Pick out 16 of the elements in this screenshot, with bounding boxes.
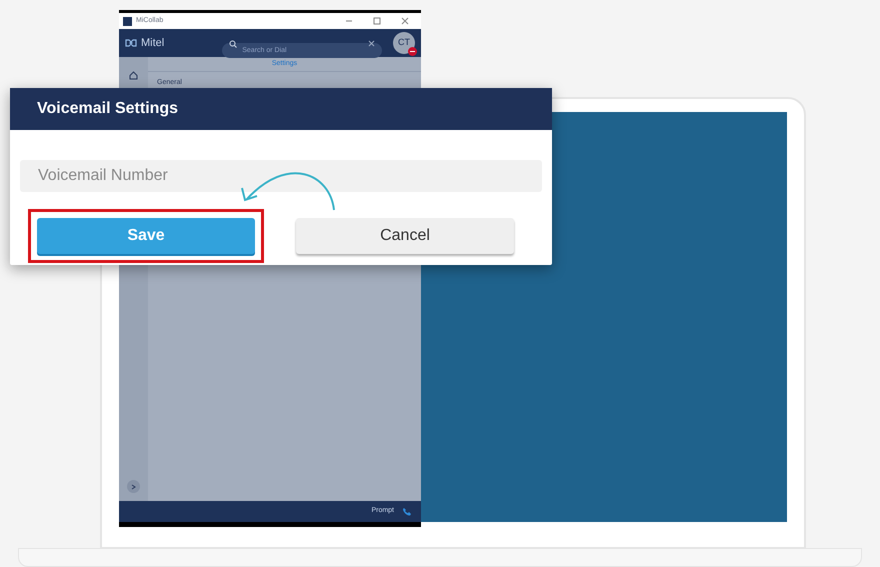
expand-chevron-icon[interactable] (127, 480, 140, 493)
maximize-icon[interactable] (373, 17, 381, 25)
cancel-button[interactable]: Cancel (296, 218, 514, 254)
brand-name: Mitel (141, 36, 164, 51)
phone-icon[interactable] (402, 507, 411, 516)
app-logo-icon (123, 16, 132, 26)
voicemail-number-field[interactable]: Voicemail Number (20, 160, 542, 192)
home-icon[interactable] (129, 71, 138, 80)
dialog-title: Voicemail Settings (37, 99, 178, 119)
busy-status-icon (408, 47, 417, 56)
close-icon[interactable] (401, 17, 409, 25)
save-button[interactable]: Save (37, 218, 255, 254)
search-icon (229, 40, 238, 48)
avatar[interactable]: CT (393, 32, 415, 54)
clear-icon[interactable] (368, 40, 376, 46)
logo-icon (125, 39, 137, 47)
